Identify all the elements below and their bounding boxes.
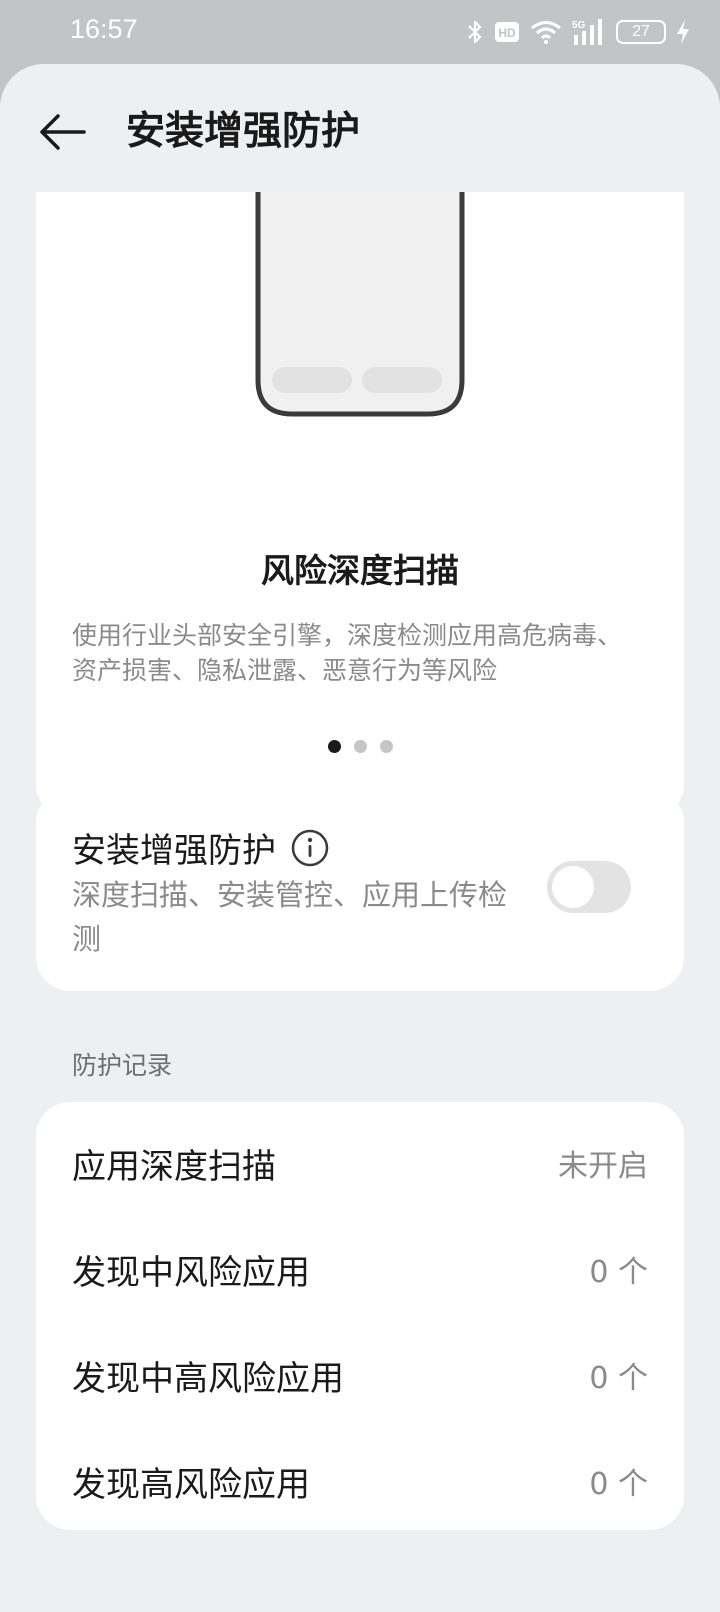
- signal-icon: 5G: [572, 19, 606, 45]
- settings-sheet: 安装增强防护 风险深度扫描 使用行业头部安全引擎，深度检测应用高危病毒、资产损害…: [0, 64, 720, 1612]
- svg-text:HD: HD: [498, 26, 516, 40]
- protection-description: 深度扫描、安装管控、应用上传检测: [72, 878, 508, 956]
- record-label: 发现中高风险应用: [72, 1358, 344, 1399]
- record-value: 0 个: [589, 1361, 648, 1396]
- page-indicator-dot[interactable]: [379, 740, 393, 753]
- status-time: 16:57: [70, 14, 138, 44]
- status-icons: HD 5G 27: [466, 14, 690, 50]
- carousel-description: 使用行业头部安全引擎，深度检测应用高危病毒、资产损害、隐私泄露、恶意行为等风险: [72, 621, 623, 685]
- record-value: 0 个: [589, 1255, 648, 1290]
- svg-text:5G: 5G: [572, 20, 586, 31]
- back-button[interactable]: [36, 106, 88, 158]
- page-title: 安装增强防护: [126, 109, 361, 154]
- carousel-pagination: [36, 740, 684, 753]
- page-indicator-dot[interactable]: [353, 740, 367, 753]
- protection-title-row: 安装增强防护: [72, 823, 330, 872]
- record-label: 应用深度扫描: [72, 1146, 276, 1187]
- record-row-medium-risk[interactable]: 发现中风险应用 0 个: [36, 1216, 684, 1322]
- hd-icon: HD: [494, 21, 520, 43]
- info-icon[interactable]: [290, 828, 330, 868]
- protection-toggle-switch[interactable]: [547, 861, 631, 913]
- wifi-icon: [530, 20, 562, 44]
- record-row-medium-high-risk[interactable]: 发现中高风险应用 0 个: [36, 1322, 684, 1428]
- record-value: 未开启: [558, 1149, 648, 1184]
- feature-carousel[interactable]: 风险深度扫描 使用行业头部安全引擎，深度检测应用高危病毒、资产损害、隐私泄露、恶…: [36, 124, 684, 818]
- charging-icon: [676, 20, 690, 44]
- bluetooth-icon: [466, 19, 484, 45]
- protection-toggle-card: 安装增强防护 深度扫描、安装管控、应用上传检测: [36, 789, 684, 991]
- arrow-left-icon: [40, 114, 86, 150]
- record-value: 0 个: [589, 1467, 648, 1502]
- carousel-title: 风险深度扫描: [261, 551, 459, 590]
- record-label: 发现中风险应用: [72, 1252, 310, 1293]
- records-card: 应用深度扫描 未开启 发现中风险应用 0 个 发现中高风险应用 0 个 发现高风…: [36, 1102, 684, 1530]
- battery-icon: 27: [616, 20, 666, 44]
- record-label: 发现高风险应用: [72, 1464, 310, 1505]
- page-indicator-dot-active[interactable]: [327, 740, 341, 753]
- protection-title: 安装增强防护: [72, 831, 276, 871]
- record-row-deep-scan[interactable]: 应用深度扫描 未开启: [36, 1110, 684, 1216]
- toggle-knob: [552, 866, 594, 908]
- header: 安装增强防护: [0, 64, 720, 192]
- status-bar: 16:57 HD 5G 27: [0, 0, 720, 64]
- section-label-records: 防护记录: [72, 1051, 173, 1080]
- record-row-high-risk[interactable]: 发现高风险应用 0 个: [36, 1428, 684, 1534]
